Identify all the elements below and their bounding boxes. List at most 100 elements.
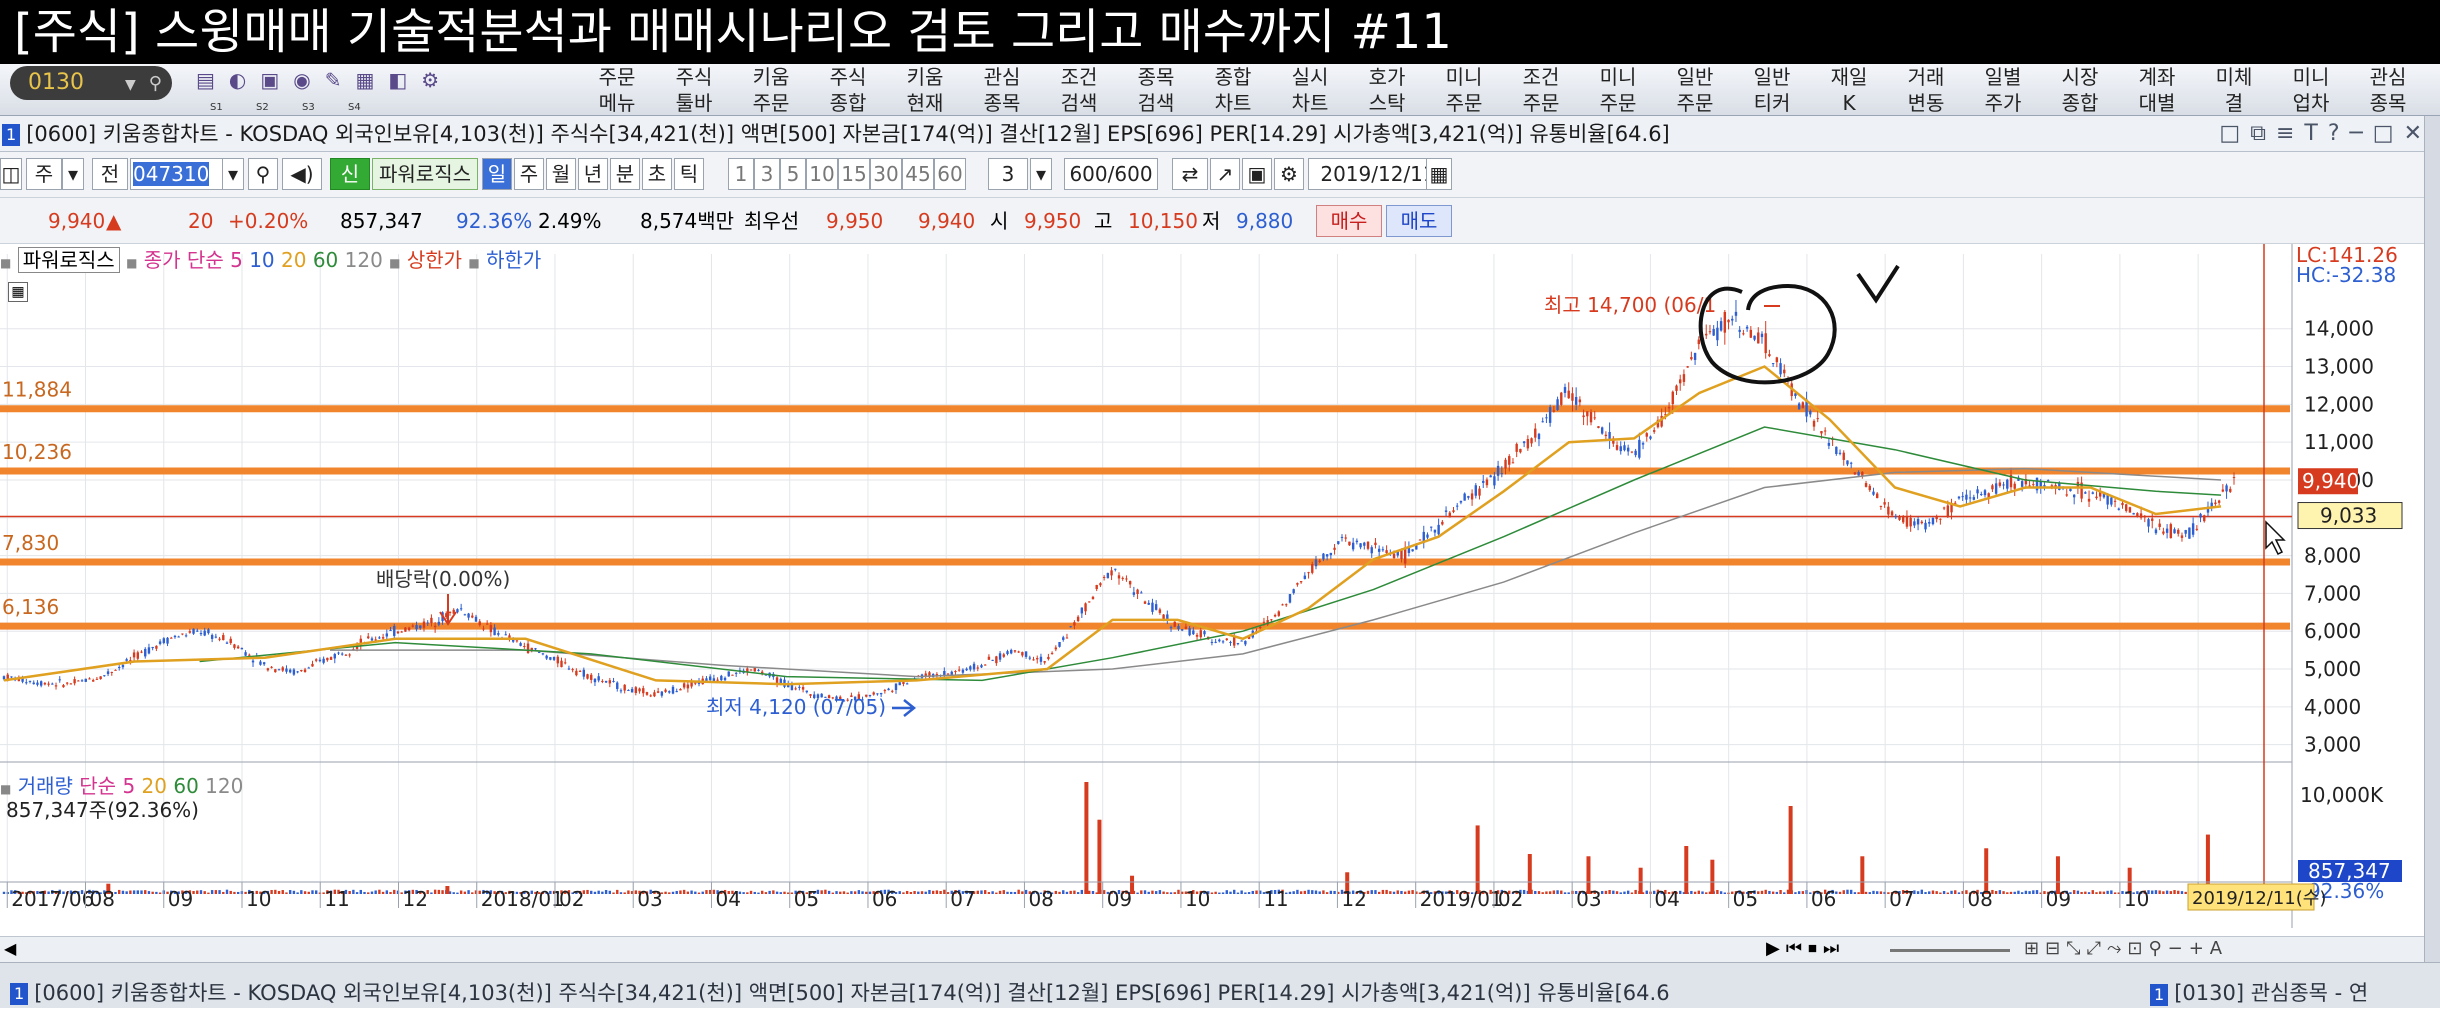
chart-tools[interactable]: ⊞⊟⤡⤢⤳⊡⚲−+A — [2024, 938, 2228, 959]
volume-bar — [1021, 891, 1024, 894]
indicator-selector[interactable]: 파워로직스 — [372, 158, 478, 190]
layout-icon[interactable]: ◫ — [0, 158, 22, 190]
candle-body — [1593, 417, 1596, 419]
toolbar-button[interactable]: 일반 티커 — [1735, 64, 1809, 116]
candle-body — [1991, 485, 1994, 490]
grid-toggle-icon[interactable]: ▦ — [8, 282, 28, 302]
zoom-slider[interactable] — [1890, 949, 2010, 952]
chart-tool-icon[interactable]: ⇄ — [1172, 158, 1208, 190]
candle-body — [1444, 510, 1448, 512]
play-controls[interactable]: ▶⏮⏹⏭ — [1766, 938, 1845, 959]
draw-tool-icon[interactable]: ↗ — [1210, 158, 1240, 190]
quick-launch-icons[interactable]: ▤◐▣◉✎▦◧⚙ — [196, 68, 453, 92]
search-icon[interactable]: ⚲ — [149, 73, 162, 94]
screen-number-input[interactable]: 0130 ▼ ⚲ — [10, 66, 172, 100]
type-select-2[interactable]: 전 — [92, 158, 128, 190]
search-icon[interactable]: ⚲ — [248, 158, 278, 190]
candle-body — [1734, 311, 1738, 316]
toolbar-button[interactable]: 종합 차트 — [1196, 64, 1270, 116]
volume-spike-bar — [1638, 867, 1643, 894]
chevron-down-icon[interactable]: ▾ — [222, 158, 244, 190]
toolbar-button[interactable]: 실시 차트 — [1273, 64, 1347, 116]
toolbar-button[interactable]: 미니 업차 — [2274, 64, 2348, 116]
toolbar-button[interactable]: 조건 주문 — [1504, 64, 1578, 116]
window-control-icon[interactable]: ─ — [2350, 121, 2373, 146]
volume-bar — [393, 889, 396, 894]
price-chart[interactable]: 11,884 10,236 7,830 6,136 최고 14,700 (06/1 최저 … — [0, 244, 2440, 936]
period-button[interactable]: 년 — [578, 158, 608, 190]
toolbar-button[interactable]: 주식 종합 — [811, 64, 885, 116]
toolbar-button[interactable]: 일반 주문 — [1658, 64, 1732, 116]
chevron-down-icon[interactable]: ▾ — [1030, 158, 1052, 190]
period-button[interactable]: 주 — [514, 158, 544, 190]
toolbar-button[interactable]: 주문 메뉴 — [580, 64, 654, 116]
period-button[interactable]: 분 — [610, 158, 640, 190]
sub-tab[interactable]: S4 — [348, 102, 361, 113]
dropdown-arrow-icon[interactable]: ▼ — [125, 77, 136, 93]
toolbar-button[interactable]: 거래 변동 — [1889, 64, 1963, 116]
window-control-icon[interactable]: □ — [2219, 121, 2250, 146]
candle-body — [303, 669, 307, 672]
type-select-1[interactable]: 주 — [26, 158, 62, 190]
new-badge[interactable]: 신 — [330, 158, 370, 190]
window-control-icon[interactable]: □ — [2373, 121, 2404, 146]
toolbar-button[interactable]: 재일 K — [1812, 64, 1886, 116]
sell-button[interactable]: 매도 — [1386, 205, 1452, 237]
toolbar-button[interactable]: 계좌 대별 — [2120, 64, 2194, 116]
candle-body — [77, 680, 80, 682]
interval-button[interactable]: 15 — [838, 158, 870, 190]
candle-body — [1437, 524, 1440, 535]
period-button[interactable]: 틱 — [674, 158, 704, 190]
toolbar-button[interactable]: 키움 현재 — [888, 64, 962, 116]
toolbar-button[interactable]: 미니 주문 — [1581, 64, 1655, 116]
toolbar-button[interactable]: 일별 주가 — [1966, 64, 2040, 116]
scroll-left-icon[interactable]: ◀ — [4, 939, 16, 958]
window-control-icon[interactable]: ? — [2328, 121, 2350, 146]
chevron-down-icon[interactable]: ▾ — [62, 158, 84, 190]
candle-body — [1563, 387, 1567, 393]
candle-body — [326, 657, 329, 661]
interval-button[interactable]: 3 — [754, 158, 780, 190]
taskbar-window-chart[interactable]: [0600] 키움종합차트 - KOSDAQ 외국인보유[4,103(천)] 주… — [34, 981, 1669, 1005]
period-button[interactable]: 초 — [642, 158, 672, 190]
window-control-icon[interactable]: ≡ — [2276, 121, 2304, 146]
toolbar-button[interactable]: 호가 스탁 — [1350, 64, 1424, 116]
interval-button[interactable]: 60 — [934, 158, 966, 190]
toolbar-button[interactable]: 조건 검색 — [1042, 64, 1116, 116]
volume-bar — [1645, 890, 1648, 894]
toolbar-button[interactable]: 미체 결 — [2197, 64, 2271, 116]
sub-tab[interactable]: S3 — [302, 102, 315, 113]
window-control-icon[interactable]: ⧉ — [2250, 121, 2276, 146]
save-icon[interactable]: ▣ — [1242, 158, 1272, 190]
speaker-icon[interactable]: ◀) — [282, 158, 322, 190]
toolbar-button[interactable]: 관심 종목 — [2351, 64, 2425, 116]
interval-button[interactable]: 45 — [902, 158, 934, 190]
page-range[interactable]: 600/600 — [1064, 158, 1158, 190]
calendar-icon[interactable]: ▦ — [1426, 158, 1452, 190]
candle-body — [84, 678, 87, 682]
interval-button[interactable]: 10 — [806, 158, 838, 190]
interval-button[interactable]: 1 — [728, 158, 754, 190]
interval-button[interactable]: 30 — [870, 158, 902, 190]
buy-button[interactable]: 매수 — [1316, 205, 1382, 237]
interval-button[interactable]: 5 — [780, 158, 806, 190]
chart-scrollbar[interactable]: ◀ ▶⏮⏹⏭ ⊞⊟⤡⤢⤳⊡⚲−+A — [0, 936, 2440, 962]
window-control-icon[interactable]: T — [2304, 121, 2327, 146]
sub-tab[interactable]: S2 — [256, 102, 269, 113]
taskbar-window-watchlist[interactable]: 1 [0130] 관심종목 - 연 — [2150, 963, 2368, 1023]
toolbar-button[interactable]: 미니 주문 — [1427, 64, 1501, 116]
toolbar-button[interactable]: 관심 종목 — [965, 64, 1039, 116]
period-button[interactable]: 월 — [546, 158, 576, 190]
toolbar-button[interactable]: 종목 검색 — [1119, 64, 1193, 116]
stock-code-input[interactable]: 047310 — [130, 158, 230, 190]
toolbar-button[interactable]: 주식 툴바 — [657, 64, 731, 116]
toolbar-button[interactable]: 키움 주문 — [734, 64, 808, 116]
volume-bar — [2177, 890, 2180, 894]
gear-icon[interactable]: ⚙ — [1274, 158, 1304, 190]
sub-tab[interactable]: S1 — [210, 102, 223, 113]
candle-body — [1221, 641, 1225, 643]
toolbar-button[interactable]: 시장 종합 — [2043, 64, 2117, 116]
period-button[interactable]: 일 — [482, 158, 512, 190]
count-select[interactable]: 3 — [988, 158, 1028, 190]
volume-bar — [675, 890, 678, 894]
